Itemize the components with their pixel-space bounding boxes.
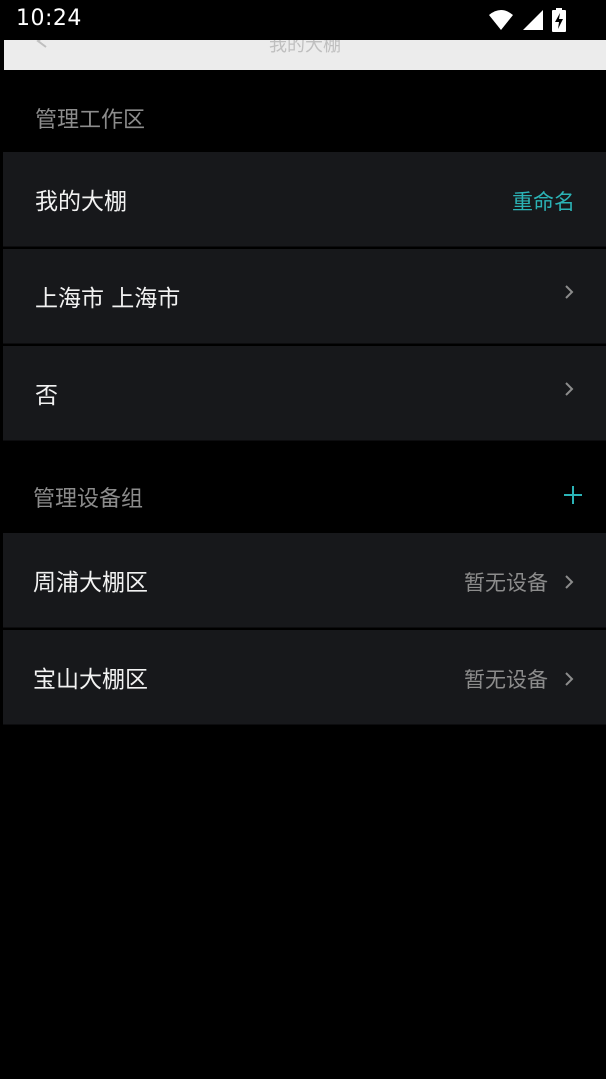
device-group-row[interactable]: 周浦大棚区 暂无设备 (3, 533, 606, 628)
workspace-name-row[interactable]: 我的大棚 重命名 (3, 152, 606, 247)
device-group-name: 宝山大棚区 (33, 667, 148, 693)
chevron-right-icon (565, 575, 574, 589)
workspace-option-row[interactable]: 否 (3, 346, 606, 441)
signal-icon (523, 10, 543, 30)
rename-button[interactable]: 重命名 (512, 186, 575, 216)
workspace-option-value: 否 (35, 383, 58, 409)
row-trail: 暂无设备 (464, 567, 576, 597)
workspace-section-title: 管理工作区 (35, 108, 146, 133)
device-group-status: 暂无设备 (464, 668, 548, 692)
workspace-location-row[interactable]: 上海市 上海市 (3, 249, 606, 344)
plus-icon[interactable] (562, 484, 584, 506)
workspace-location: 上海市 上海市 (35, 286, 181, 312)
chevron-right-icon (565, 382, 574, 396)
status-time: 10:24 (16, 6, 82, 31)
battery-charging-icon (552, 8, 566, 32)
chevron-right-icon (565, 285, 574, 299)
workspace-section-header: 管理工作区 (0, 70, 606, 152)
row-trail: 暂无设备 (464, 664, 576, 694)
device-group-section-header: 管理设备组 (0, 443, 606, 533)
row-trail (562, 283, 576, 301)
row-trail (562, 380, 576, 398)
status-icons (488, 8, 566, 32)
app-bar: 我的大棚 (4, 40, 606, 70)
status-bar: 10:24 (0, 0, 606, 40)
device-group-status: 暂无设备 (464, 571, 548, 595)
device-group-row[interactable]: 宝山大棚区 暂无设备 (3, 630, 606, 725)
workspace-name: 我的大棚 (35, 189, 127, 215)
app-bar-title: 我的大棚 (269, 40, 341, 56)
app-screen: 10:24 我的大棚 管理工作区 我的大棚 重命名 上海市 上海市 否 管理设备… (0, 0, 606, 1079)
device-group-name: 周浦大棚区 (33, 570, 148, 596)
wifi-icon (489, 10, 513, 30)
device-group-section-title: 管理设备组 (33, 487, 144, 512)
chevron-right-icon (565, 672, 574, 686)
